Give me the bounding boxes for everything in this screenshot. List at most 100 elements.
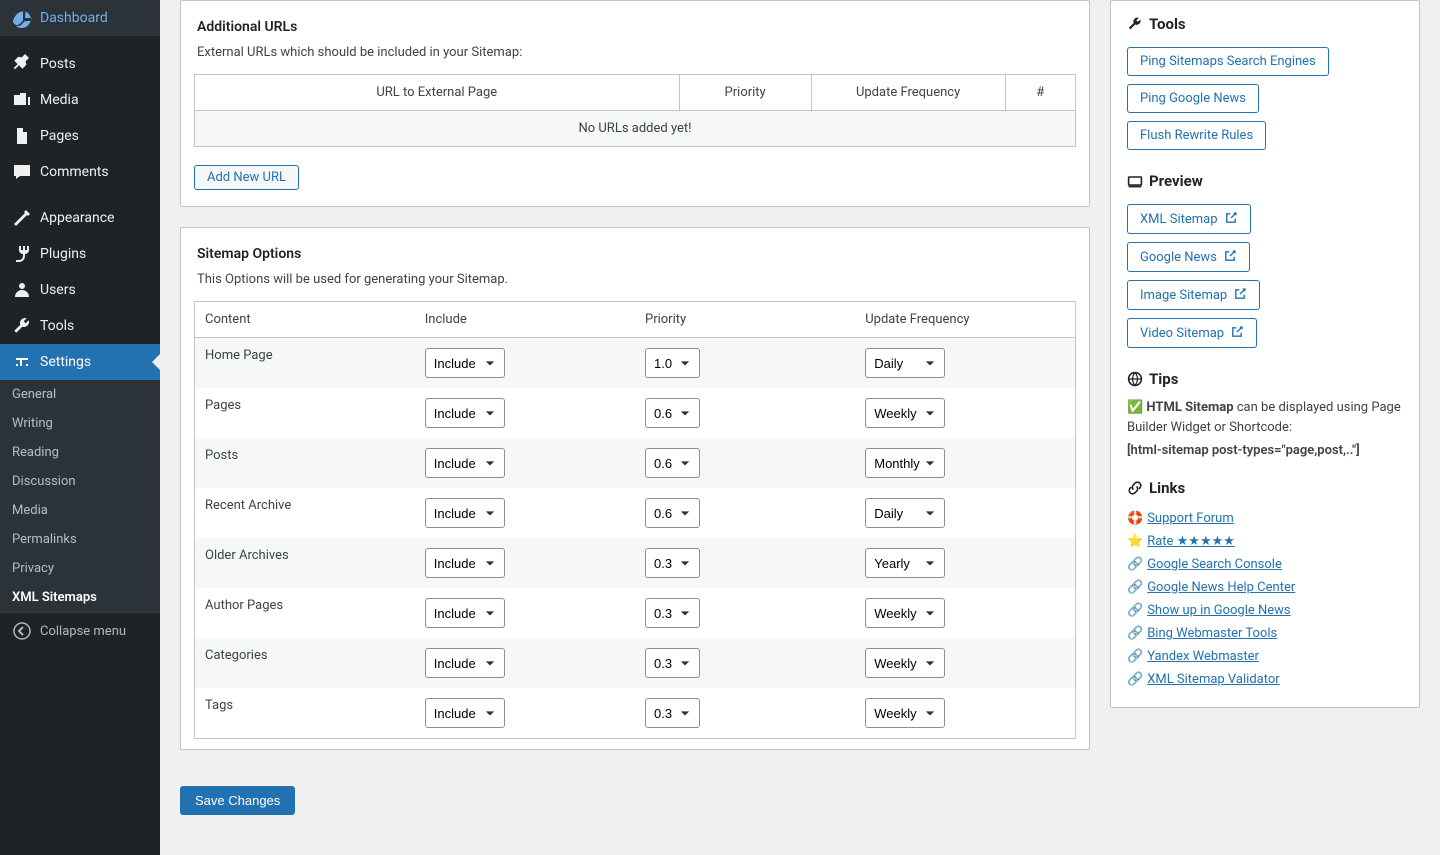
empty-message: No URLs added yet! <box>195 111 1076 147</box>
preview-link[interactable]: Image Sitemap <box>1127 280 1260 310</box>
ping-google-news-button[interactable]: Ping Google News <box>1127 84 1259 113</box>
save-changes-button[interactable]: Save Changes <box>180 786 295 815</box>
collapse-label: Collapse menu <box>40 624 126 639</box>
submenu-general[interactable]: General <box>0 380 160 409</box>
frequency-select[interactable]: Weekly <box>865 398 945 428</box>
ping-sitemaps-button[interactable]: Ping Sitemaps Search Engines <box>1127 47 1329 76</box>
link-item-icon: 🔗 <box>1127 626 1143 641</box>
tips-heading: Tips <box>1127 370 1403 388</box>
sidebar-item-comments[interactable]: Comments <box>0 154 160 190</box>
external-link-icon <box>1224 211 1238 225</box>
external-link[interactable]: Rate ★★★★★ <box>1147 534 1235 549</box>
external-link[interactable]: Yandex Webmaster <box>1147 649 1259 664</box>
additional-urls-box: Additional URLs External URLs which shou… <box>180 0 1090 207</box>
link-item-icon: 🔗 <box>1127 649 1143 664</box>
include-select[interactable]: Include <box>425 648 505 678</box>
list-item: 🔗Google News Help Center <box>1127 576 1403 599</box>
col-hash: # <box>1005 75 1075 111</box>
include-select[interactable]: Include <box>425 348 505 378</box>
external-link[interactable]: Support Forum <box>1147 511 1234 526</box>
submenu-writing[interactable]: Writing <box>0 409 160 438</box>
content-cell: Older Archives <box>195 538 415 588</box>
collapse-icon <box>12 621 32 641</box>
sidebar-item-label: Settings <box>40 354 91 370</box>
link-item-icon: ⭐ <box>1127 534 1143 549</box>
include-select[interactable]: Include <box>425 498 505 528</box>
admin-sidebar: Dashboard Posts Media Pages Comments App… <box>0 0 160 855</box>
col-frequency: Update Frequency <box>811 75 1005 111</box>
tools-heading: Tools <box>1127 15 1403 33</box>
frequency-select[interactable]: Weekly <box>865 598 945 628</box>
priority-select[interactable]: 0.6 <box>645 498 700 528</box>
sidebar-item-pages[interactable]: Pages <box>0 118 160 154</box>
pages-icon <box>12 126 32 146</box>
sidebar-item-dashboard[interactable]: Dashboard <box>0 0 160 36</box>
sidebar-item-label: Tools <box>40 318 74 334</box>
submenu-privacy[interactable]: Privacy <box>0 554 160 583</box>
frequency-select[interactable]: Yearly <box>865 548 945 578</box>
include-select[interactable]: Include <box>425 448 505 478</box>
priority-select[interactable]: 0.6 <box>645 448 700 478</box>
frequency-select[interactable]: Daily <box>865 498 945 528</box>
table-row: CategoriesInclude0.3Weekly <box>195 638 1076 688</box>
sidebar-item-label: Dashboard <box>40 10 108 26</box>
box-description: External URLs which should be included i… <box>181 43 1089 70</box>
priority-select[interactable]: 0.3 <box>645 648 700 678</box>
frequency-select[interactable]: Weekly <box>865 648 945 678</box>
sidebar-item-media[interactable]: Media <box>0 82 160 118</box>
col-include: Include <box>415 302 635 338</box>
priority-select[interactable]: 0.3 <box>645 548 700 578</box>
external-link[interactable]: Show up in Google News <box>1147 603 1290 618</box>
link-item-icon: 🔗 <box>1127 603 1143 618</box>
sidebar-item-appearance[interactable]: Appearance <box>0 200 160 236</box>
preview-link[interactable]: XML Sitemap <box>1127 204 1251 234</box>
submenu-discussion[interactable]: Discussion <box>0 467 160 496</box>
table-row: Recent ArchiveInclude0.6Daily <box>195 488 1076 538</box>
sidebar-item-posts[interactable]: Posts <box>0 46 160 82</box>
table-row: PostsInclude0.6Monthly <box>195 438 1076 488</box>
priority-select[interactable]: 0.6 <box>645 398 700 428</box>
sitemap-options-box: Sitemap Options This Options will be use… <box>180 227 1090 750</box>
preview-link[interactable]: Video Sitemap <box>1127 318 1257 348</box>
include-select[interactable]: Include <box>425 548 505 578</box>
links-list: 🛟Support Forum⭐Rate ★★★★★🔗Google Search … <box>1127 507 1403 691</box>
frequency-select[interactable]: Monthly <box>865 448 945 478</box>
list-item: 🔗 Yandex Webmaster <box>1127 645 1403 668</box>
submenu-permalinks[interactable]: Permalinks <box>0 525 160 554</box>
external-link-icon <box>1223 249 1237 263</box>
frequency-select[interactable]: Weekly <box>865 698 945 728</box>
flush-rewrite-button[interactable]: Flush Rewrite Rules <box>1127 121 1266 150</box>
globe-icon <box>1127 371 1143 387</box>
collapse-menu[interactable]: Collapse menu <box>0 612 160 649</box>
content-cell: Author Pages <box>195 588 415 638</box>
submenu-media[interactable]: Media <box>0 496 160 525</box>
external-link[interactable]: Google Search Console <box>1147 557 1282 572</box>
include-select[interactable]: Include <box>425 398 505 428</box>
comments-icon <box>12 162 32 182</box>
include-select[interactable]: Include <box>425 598 505 628</box>
external-link[interactable]: Google News Help Center <box>1147 580 1295 595</box>
preview-link[interactable]: Google News <box>1127 242 1250 272</box>
submenu-reading[interactable]: Reading <box>0 438 160 467</box>
list-item: 🔗 Bing Webmaster Tools <box>1127 622 1403 645</box>
priority-select[interactable]: 0.3 <box>645 598 700 628</box>
external-link-icon <box>1230 325 1244 339</box>
sidebar-item-settings[interactable]: Settings <box>0 344 160 380</box>
priority-select[interactable]: 1.0 <box>645 348 700 378</box>
external-link[interactable]: Bing Webmaster Tools <box>1147 626 1277 641</box>
sidebar-item-plugins[interactable]: Plugins <box>0 236 160 272</box>
pin-icon <box>12 54 32 74</box>
sidebar-item-users[interactable]: Users <box>0 272 160 308</box>
include-select[interactable]: Include <box>425 698 505 728</box>
priority-select[interactable]: 0.3 <box>645 698 700 728</box>
external-link[interactable]: XML Sitemap Validator <box>1147 672 1279 687</box>
link-icon <box>1127 480 1143 496</box>
right-panel: Tools Ping Sitemaps Search Engines Ping … <box>1110 0 1420 708</box>
submenu-xml-sitemaps[interactable]: XML Sitemaps <box>0 583 160 612</box>
add-new-url-button[interactable]: Add New URL <box>194 165 299 190</box>
list-item: ⭐ Rate ★★★★★ <box>1127 530 1403 553</box>
list-item: 🔗Google Search Console <box>1127 553 1403 576</box>
sidebar-item-tools[interactable]: Tools <box>0 308 160 344</box>
frequency-select[interactable]: Daily <box>865 348 945 378</box>
content-cell: Pages <box>195 388 415 438</box>
